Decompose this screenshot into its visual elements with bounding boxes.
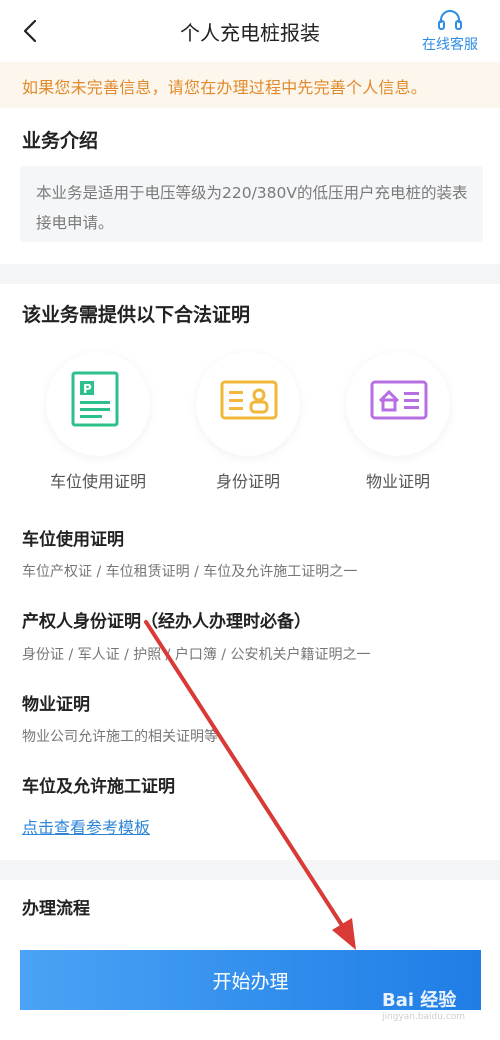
doc-icon-circle xyxy=(196,352,300,456)
doc-item-identity[interactable]: 身份证明 xyxy=(183,352,313,492)
info-notice-banner: 如果您未完善信息，请您在办理过程中先完善个人信息。 xyxy=(0,62,500,108)
intro-box: 本业务是适用于电压等级为220/380V的低压用户充电桩的装表接电申请。 xyxy=(20,166,483,242)
section-divider xyxy=(0,264,500,284)
doc-label-identity: 身份证明 xyxy=(215,472,280,491)
doc-icon-circle xyxy=(346,352,450,456)
property-document-icon xyxy=(370,380,428,420)
requirement-desc: 车位产权证 / 车位租赁证明 / 车位及允许施工证明之一 xyxy=(22,564,358,580)
online-service-button[interactable]: 在线客服 xyxy=(418,10,482,56)
doc-item-property[interactable]: 物业证明 xyxy=(333,352,463,492)
intro-section-title: 业务介绍 xyxy=(22,130,99,152)
requirement-title: 物业证明 xyxy=(22,695,90,715)
documents-section-title: 该业务需提供以下合法证明 xyxy=(22,304,251,326)
doc-label-property: 物业证明 xyxy=(365,472,430,491)
requirement-title: 车位使用证明 xyxy=(22,530,124,550)
view-template-link[interactable]: 点击查看参考模板 xyxy=(22,814,150,838)
requirement-title: 车位及允许施工证明 xyxy=(22,777,175,797)
parking-document-icon: P xyxy=(71,371,119,427)
watermark-url: jingyan.baidu.com xyxy=(382,1012,466,1022)
top-nav-bar: 个人充电桩报装 在线客服 xyxy=(0,0,500,62)
requirement-desc: 身份证 / 军人证 / 护照 / 户口簿 / 公安机关户籍证明之一 xyxy=(22,647,371,663)
headset-icon xyxy=(438,10,462,30)
requirement-title: 产权人身份证明（经办人办理时必备） xyxy=(22,612,311,632)
doc-item-parking[interactable]: P 车位使用证明 xyxy=(33,352,163,492)
online-service-label: 在线客服 xyxy=(422,37,478,53)
svg-text:P: P xyxy=(83,382,92,396)
section-divider xyxy=(0,860,500,880)
intro-body-text: 本业务是适用于电压等级为220/380V的低压用户充电桩的装表接电申请。 xyxy=(36,184,468,232)
doc-icon-circle: P xyxy=(46,352,150,456)
process-section-title: 办理流程 xyxy=(22,899,90,919)
notice-text: 如果您未完善信息，请您在办理过程中先完善个人信息。 xyxy=(22,78,428,97)
start-button[interactable]: 开始办理 xyxy=(20,950,481,1010)
annotation-arrow-icon xyxy=(144,620,356,950)
requirement-desc: 物业公司允许施工的相关证明等 xyxy=(22,729,218,745)
id-card-icon xyxy=(220,380,278,420)
doc-label-parking: 车位使用证明 xyxy=(49,472,146,491)
